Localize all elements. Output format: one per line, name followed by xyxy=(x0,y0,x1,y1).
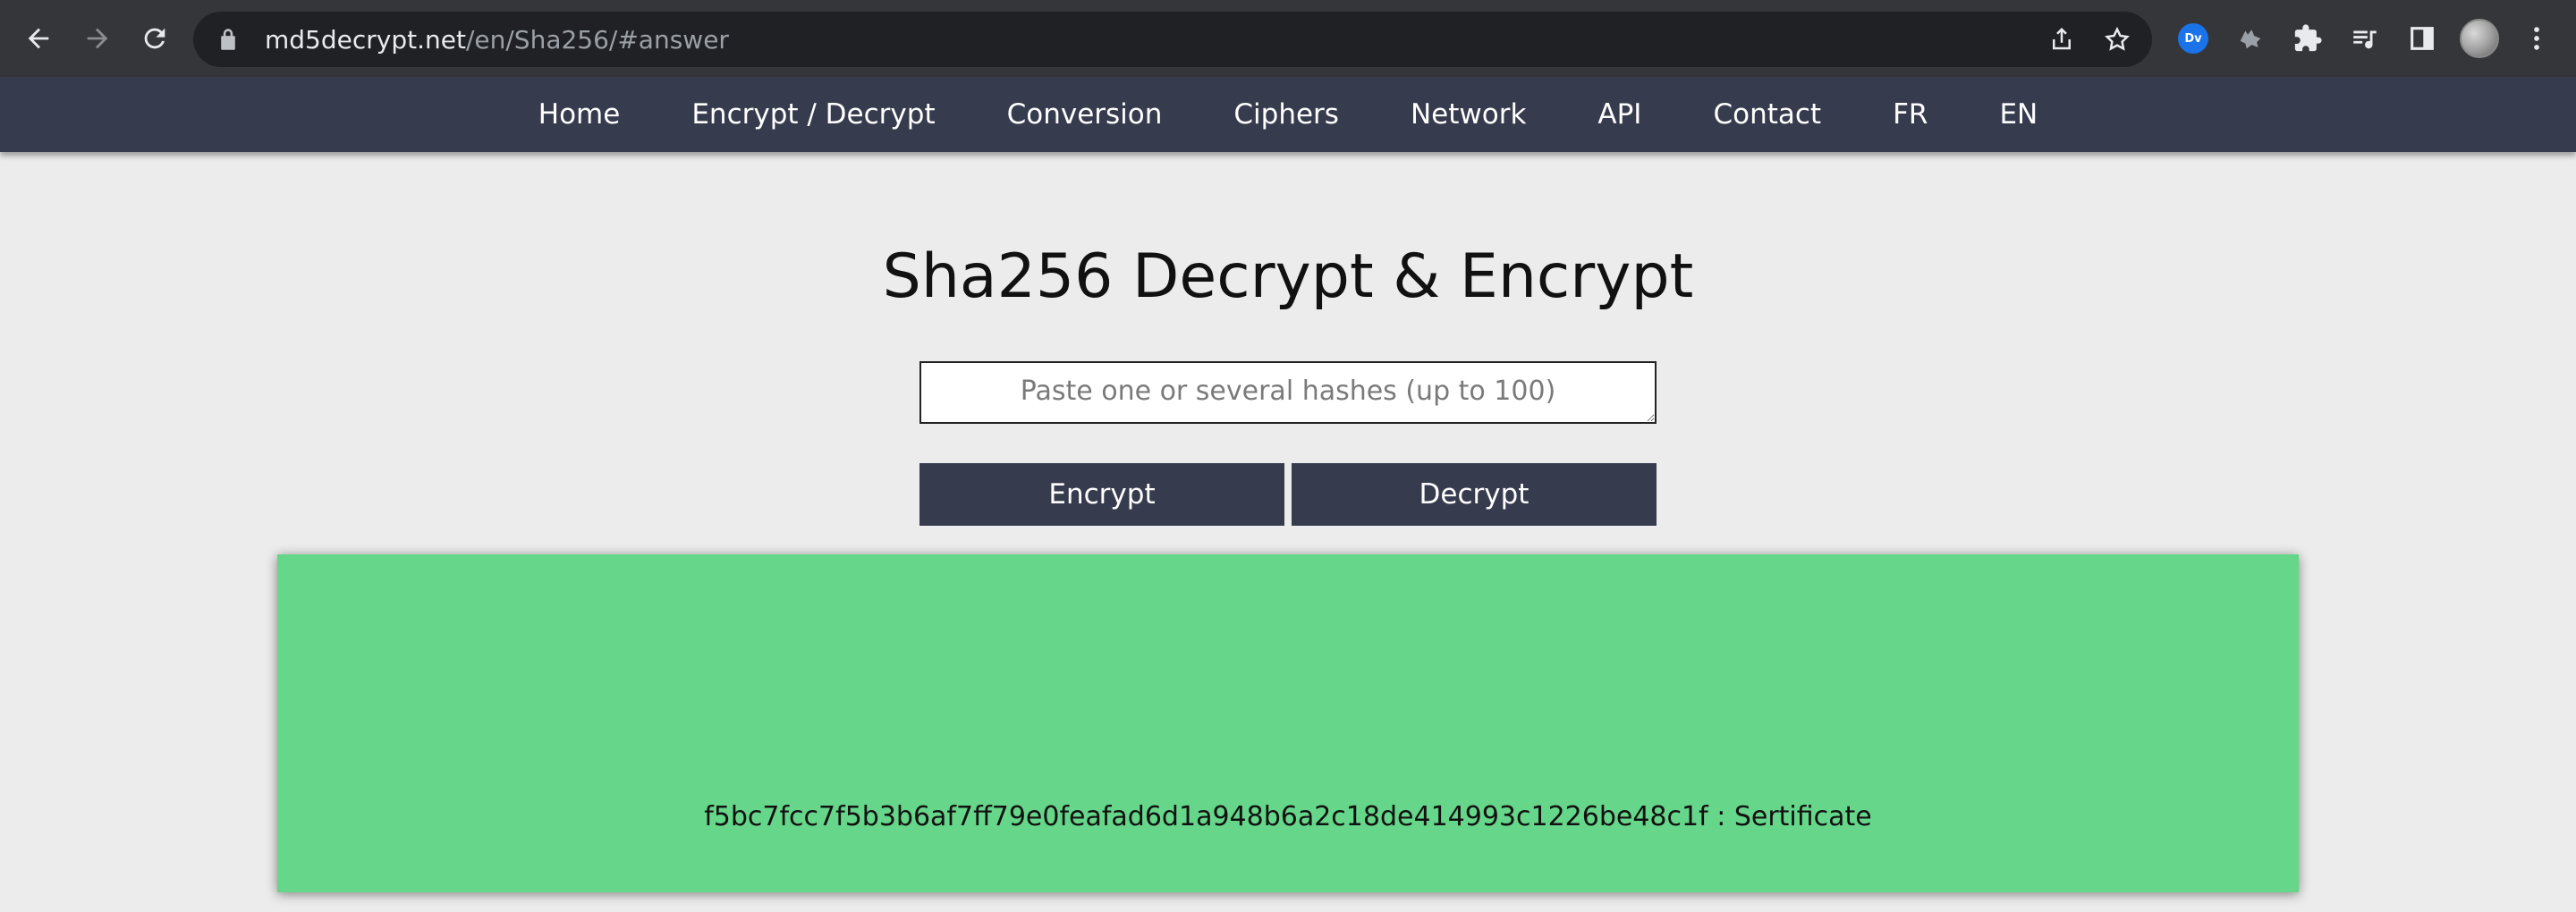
back-arrow-icon xyxy=(28,28,49,49)
nav-encrypt-decrypt[interactable]: Encrypt / Decrypt xyxy=(656,77,970,152)
reload-icon xyxy=(144,28,165,49)
nav-conversion[interactable]: Conversion xyxy=(971,77,1199,152)
address-bar[interactable]: md5decrypt.net/en/Sha256/#answer xyxy=(193,12,2152,67)
star-icon xyxy=(2105,26,2130,51)
decrypt-button[interactable]: Decrypt xyxy=(1292,463,1657,526)
nav-home[interactable]: Home xyxy=(503,77,657,152)
back-button[interactable] xyxy=(9,0,68,77)
page-title: Sha256 Decrypt & Encrypt xyxy=(882,241,1694,312)
extension-dv-button[interactable]: Dv xyxy=(2165,0,2222,77)
bookmark-button[interactable] xyxy=(2089,12,2145,67)
wolf-icon xyxy=(2240,30,2261,49)
omnibox-actions xyxy=(2034,12,2145,67)
puzzle-icon xyxy=(2294,24,2322,52)
answer-panel: f5bc7fcc7f5b3b6af7ff79e0feafad6d1a948b6a… xyxy=(277,554,2299,892)
forward-arrow-icon xyxy=(87,28,108,49)
playlist-icon xyxy=(2353,30,2377,49)
nav-lang-en[interactable]: EN xyxy=(1963,77,2073,152)
answer-result-text: f5bc7fcc7f5b3b6af7ff79e0feafad6d1a948b6a… xyxy=(704,801,1872,832)
nav-contact[interactable]: Contact xyxy=(1677,77,1857,152)
hash-input[interactable] xyxy=(919,361,1657,424)
reload-button[interactable] xyxy=(125,0,184,77)
extension-dv-icon: Dv xyxy=(2178,23,2208,54)
side-panel-button[interactable] xyxy=(2394,0,2451,77)
share-icon xyxy=(2053,27,2071,50)
forward-button[interactable] xyxy=(68,0,127,77)
url-domain: md5decrypt.net xyxy=(265,24,466,55)
media-controls-button[interactable] xyxy=(2336,0,2394,77)
encrypt-button[interactable]: Encrypt xyxy=(919,463,1284,526)
nav-ciphers[interactable]: Ciphers xyxy=(1198,77,1375,152)
nav-api[interactable]: API xyxy=(1562,77,1677,152)
site-nav: Home Encrypt / Decrypt Conversion Cipher… xyxy=(0,77,2576,152)
url-path: /en/Sha256/#answer xyxy=(465,24,729,55)
profile-button[interactable] xyxy=(2451,0,2508,77)
extensions-button[interactable] xyxy=(2279,0,2336,77)
extensions-area: Dv xyxy=(2165,0,2565,77)
share-button[interactable] xyxy=(2034,12,2089,67)
nav-network[interactable]: Network xyxy=(1375,77,1562,152)
url-text[interactable]: md5decrypt.net/en/Sha256/#answer xyxy=(265,25,729,55)
browser-toolbar: md5decrypt.net/en/Sha256/#answer Dv xyxy=(0,0,2576,77)
kebab-menu-icon xyxy=(2534,27,2539,50)
browser-menu-button[interactable] xyxy=(2508,0,2565,77)
lock-icon[interactable] xyxy=(213,24,243,55)
side-panel-icon xyxy=(2411,27,2434,50)
nav-lang-fr[interactable]: FR xyxy=(1857,77,1963,152)
avatar xyxy=(2460,19,2499,58)
extension-wolf-button[interactable] xyxy=(2222,0,2279,77)
